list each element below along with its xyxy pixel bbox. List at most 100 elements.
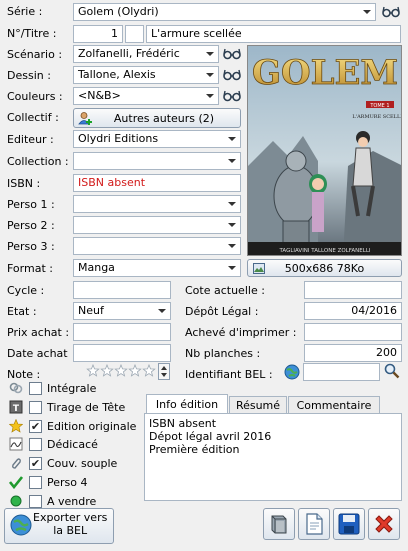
chevron-down-icon[interactable]: [206, 94, 214, 98]
chevron-down-icon[interactable]: [228, 244, 236, 248]
cancel-button[interactable]: [368, 508, 400, 540]
rating-stars[interactable]: [86, 363, 156, 378]
depot-field[interactable]: 04/2016: [304, 302, 402, 320]
option-checkbox[interactable]: [29, 400, 42, 414]
star-icon[interactable]: [86, 363, 100, 377]
chevron-down-icon[interactable]: [206, 73, 214, 77]
globe-icon[interactable]: [284, 364, 300, 380]
cover-image[interactable]: GOLEM TOME 1 L'ARMURE SCELLÉE TAGLIAVINI…: [247, 45, 402, 256]
chevron-down-icon[interactable]: [228, 223, 236, 227]
etat-label: Etat :: [7, 305, 37, 318]
book-button[interactable]: [263, 508, 295, 540]
document-icon: [306, 513, 323, 535]
glasses-icon[interactable]: [223, 89, 241, 103]
option-label: Perso 4: [47, 476, 88, 489]
perso2-label: Perso 2 :: [7, 219, 55, 232]
option-checkbox[interactable]: ✔: [29, 457, 42, 471]
collection-combo[interactable]: [73, 152, 241, 170]
serie-combo[interactable]: Golem (Olydri): [73, 3, 376, 21]
scenario-label: Scénario :: [7, 48, 63, 61]
floppy-save-icon: [338, 513, 360, 535]
scenario-combo[interactable]: Zolfanelli, Frédéric: [73, 45, 219, 63]
option-checkbox[interactable]: ✔: [29, 419, 42, 433]
option-label: Tirage de Tête: [47, 400, 126, 414]
tab-label: Résumé: [235, 399, 281, 412]
info-line: Première édition: [149, 443, 240, 456]
num-suffix-field[interactable]: [125, 25, 144, 43]
chevron-down-icon[interactable]: [363, 10, 371, 14]
couleurs-combo[interactable]: <N&B>: [73, 87, 219, 105]
star-icon[interactable]: [128, 363, 142, 377]
spin-down-icon[interactable]: [161, 373, 167, 377]
globe-export-icon: [10, 514, 32, 536]
note-label: Note :: [7, 368, 41, 381]
perso2-combo[interactable]: [73, 216, 241, 234]
save-button[interactable]: [333, 508, 365, 540]
editeur-combo[interactable]: Olydri Editions: [73, 130, 241, 148]
cover-tome: TOME 1: [369, 103, 389, 109]
search-icon[interactable]: [384, 363, 400, 379]
isbn-field[interactable]: ISBN absent: [73, 174, 241, 192]
perso1-combo[interactable]: [73, 195, 241, 213]
num-field[interactable]: 1: [73, 25, 123, 43]
collection-label: Collection :: [7, 155, 69, 168]
glasses-icon[interactable]: [382, 5, 400, 19]
tab-commentaire[interactable]: Commentaire: [288, 396, 380, 414]
star-icon: [8, 418, 25, 435]
option-checkbox[interactable]: [29, 476, 42, 489]
acheve-field[interactable]: [304, 323, 402, 341]
tab-info-edition[interactable]: Info édition: [146, 394, 228, 414]
svg-text:T: T: [13, 404, 20, 414]
etat-combo[interactable]: Neuf: [73, 302, 171, 320]
star-icon[interactable]: [100, 363, 114, 377]
star-icon[interactable]: [142, 363, 156, 377]
scenario-value: Zolfanelli, Frédéric: [78, 47, 180, 60]
option-label: Edition originale: [47, 419, 137, 433]
note-stars[interactable]: [86, 363, 156, 378]
format-combo[interactable]: Manga: [73, 259, 241, 277]
cover-authors: TAGLIAVINI TALLONE ZOLFANELLI: [278, 248, 370, 254]
info-edition-panel[interactable]: ISBN absent Dépot légal avril 2016 Premi…: [144, 413, 402, 501]
editeur-label: Editeur :: [7, 133, 54, 146]
spin-up-icon[interactable]: [161, 366, 167, 370]
note-spinner[interactable]: [158, 363, 170, 380]
document-button[interactable]: [298, 508, 330, 540]
close-icon: [375, 515, 393, 533]
prix-field[interactable]: [73, 323, 171, 341]
acheve-label: Achevé d'imprimer :: [185, 326, 297, 339]
date-field[interactable]: [73, 344, 171, 362]
autres-auteurs-button[interactable]: Autres auteurs (2): [73, 108, 241, 128]
option-checkbox[interactable]: [29, 382, 42, 395]
chevron-down-icon[interactable]: [228, 137, 236, 141]
chevron-down-icon[interactable]: [206, 52, 214, 56]
planches-field[interactable]: 200: [304, 344, 402, 362]
prix-label: Prix achat :: [7, 326, 70, 339]
chevron-down-icon[interactable]: [228, 159, 236, 163]
glasses-icon[interactable]: [223, 47, 241, 61]
export-bel-label: Exporter vers la BEL: [33, 511, 108, 537]
chevron-down-icon[interactable]: [158, 309, 166, 313]
cover-size-button[interactable]: 500x686 78Ko: [247, 259, 402, 277]
tab-resume[interactable]: Résumé: [229, 396, 287, 414]
star-icon[interactable]: [114, 363, 128, 377]
paperclip-icon: [9, 456, 25, 472]
dessin-value: Tallone, Alexis: [78, 68, 156, 81]
cover-title: GOLEM: [252, 53, 398, 93]
tirage-icon: T: [9, 400, 25, 416]
titre-field[interactable]: L'armure scellée: [146, 25, 401, 43]
cote-field[interactable]: [304, 281, 402, 299]
info-line: Dépot légal avril 2016: [149, 430, 272, 443]
dessin-combo[interactable]: Tallone, Alexis: [73, 66, 219, 84]
cote-label: Cote actuelle :: [185, 284, 265, 297]
identifiant-field[interactable]: [303, 363, 380, 381]
perso1-label: Perso 1 :: [7, 198, 55, 211]
glasses-icon[interactable]: [223, 68, 241, 82]
chevron-down-icon[interactable]: [228, 202, 236, 206]
perso3-combo[interactable]: [73, 237, 241, 255]
chevron-down-icon[interactable]: [228, 266, 236, 270]
option-checkbox[interactable]: [29, 438, 42, 452]
cycle-field[interactable]: [73, 281, 171, 299]
green-check-icon: [8, 475, 25, 491]
export-bel-button[interactable]: Exporter vers la BEL: [4, 508, 114, 544]
option-checkbox[interactable]: [29, 494, 42, 508]
